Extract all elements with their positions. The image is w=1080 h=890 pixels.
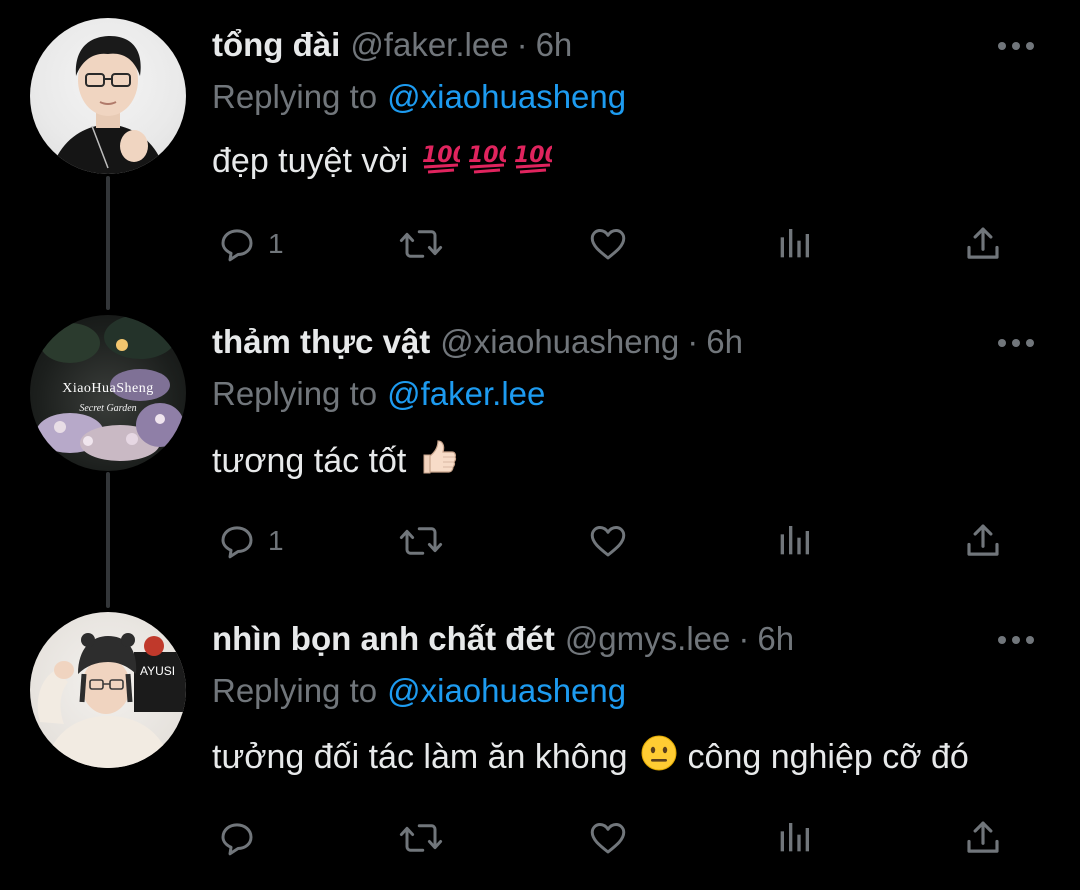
avatar[interactable] bbox=[30, 18, 186, 174]
speech-bubble-icon bbox=[221, 823, 253, 856]
replying-to-label: Replying to bbox=[212, 78, 378, 115]
tweet-header: tổng đài @faker.lee · 6h bbox=[212, 26, 572, 66]
tweet-text-content: tương tác tốt bbox=[212, 442, 407, 480]
more-options-button[interactable] bbox=[996, 36, 1036, 56]
speech-bubble-icon bbox=[221, 229, 253, 262]
user-handle[interactable]: @gmys.lee bbox=[565, 620, 731, 658]
share-button[interactable] bbox=[962, 222, 1004, 266]
avatar-tagline-text: Secret Garden bbox=[79, 403, 137, 414]
retweet-button[interactable] bbox=[398, 222, 444, 266]
hundred-points-emoji: 100 bbox=[420, 140, 468, 183]
neutral-face-emoji bbox=[640, 734, 678, 781]
bar-chart-icon bbox=[780, 526, 809, 555]
timestamp[interactable]: 6h bbox=[706, 323, 743, 361]
tweet-text: tương tác tốt bbox=[212, 437, 458, 486]
reply-count: 1 bbox=[268, 525, 284, 556]
tweet[interactable]: tổng đài @faker.lee · 6h Replying to @xia… bbox=[0, 0, 1080, 296]
replying-to-label: Replying to bbox=[212, 672, 378, 709]
replying-to-line: Replying to @xiaohuasheng bbox=[212, 78, 626, 116]
avatar-shirt-text: AYUSI bbox=[140, 664, 176, 678]
share-button[interactable] bbox=[962, 519, 1004, 563]
more-options-button[interactable] bbox=[996, 333, 1036, 353]
reply-button[interactable]: 1 bbox=[216, 222, 284, 266]
thumbs-up-emoji bbox=[418, 437, 458, 486]
display-name[interactable]: nhìn bọn anh chất đét bbox=[212, 620, 555, 658]
share-upload-icon bbox=[967, 524, 999, 556]
tweet-text-content-before: tưởng đối tác làm ăn không bbox=[212, 738, 628, 776]
replying-to-label: Replying to bbox=[212, 375, 378, 412]
more-dots-icon bbox=[998, 42, 1034, 50]
reply-mention-link[interactable]: @faker.lee bbox=[387, 375, 545, 412]
separator-dot: · bbox=[738, 620, 750, 657]
replying-to-line: Replying to @xiaohuasheng bbox=[212, 672, 626, 710]
avatar-photo-person-glasses bbox=[50, 36, 166, 174]
separator-dot: · bbox=[516, 26, 528, 63]
views-button[interactable] bbox=[774, 222, 814, 266]
retweet-button[interactable] bbox=[398, 816, 444, 860]
views-button[interactable] bbox=[774, 816, 814, 860]
reply-mention-link[interactable]: @xiaohuasheng bbox=[387, 78, 626, 115]
reply-button[interactable]: 1 bbox=[216, 519, 284, 563]
display-name[interactable]: thảm thực vật bbox=[212, 323, 430, 361]
bar-chart-icon bbox=[780, 229, 809, 258]
tweet-text-content: đẹp tuyệt vời bbox=[212, 142, 409, 180]
like-button[interactable] bbox=[586, 816, 630, 860]
reply-button[interactable] bbox=[216, 816, 268, 860]
timestamp[interactable]: 6h bbox=[757, 620, 794, 658]
retweet-button[interactable] bbox=[398, 519, 444, 563]
avatar[interactable]: AYUSI bbox=[30, 612, 186, 768]
display-name[interactable]: tổng đài bbox=[212, 26, 340, 64]
tweet-text-content-after: công nghiệp cỡ đó bbox=[687, 738, 969, 776]
like-button[interactable] bbox=[586, 222, 630, 266]
tweet-actions: 1 bbox=[212, 222, 1012, 266]
hundred-points-emoji: 100 bbox=[512, 140, 560, 183]
timestamp[interactable]: 6h bbox=[536, 26, 573, 64]
tweet-actions: 1 bbox=[212, 519, 1012, 563]
hundred-points-emoji: 100 bbox=[466, 140, 514, 183]
reply-mention-link[interactable]: @xiaohuasheng bbox=[387, 672, 626, 709]
retweet-icon bbox=[399, 230, 443, 258]
more-dots-icon bbox=[998, 339, 1034, 347]
replying-to-line: Replying to @faker.lee bbox=[212, 375, 545, 413]
more-options-button[interactable] bbox=[996, 630, 1036, 650]
tweet[interactable]: AYUSI nhìn bọn anh chất đét @gmys.lee · … bbox=[0, 594, 1080, 890]
speech-bubble-icon bbox=[221, 526, 253, 559]
tweet-header: thảm thực vật @xiaohuasheng · 6h bbox=[212, 323, 743, 363]
avatar[interactable]: XiaoHuaSheng Secret Garden bbox=[30, 315, 186, 471]
views-button[interactable] bbox=[774, 519, 814, 563]
heart-icon bbox=[590, 229, 626, 260]
reply-count: 1 bbox=[268, 228, 284, 259]
more-dots-icon bbox=[998, 636, 1034, 644]
heart-icon bbox=[590, 823, 626, 854]
bar-chart-icon bbox=[780, 823, 809, 852]
tweet-text: đẹp tuyệt vời 100 100 bbox=[212, 140, 560, 183]
like-button[interactable] bbox=[586, 519, 630, 563]
avatar-photo-person-beanie bbox=[37, 633, 186, 768]
tweet-header: nhìn bọn anh chất đét @gmys.lee · 6h bbox=[212, 620, 794, 660]
share-upload-icon bbox=[967, 227, 999, 259]
heart-icon bbox=[590, 526, 626, 557]
share-button[interactable] bbox=[962, 816, 1004, 860]
retweet-icon bbox=[399, 527, 443, 555]
user-handle[interactable]: @xiaohuasheng bbox=[440, 323, 679, 361]
conversation-thread: tổng đài @faker.lee · 6h Replying to @xia… bbox=[0, 0, 1080, 872]
tweet-text: tưởng đối tác làm ăn không công nghiệp c… bbox=[212, 734, 969, 781]
tweet[interactable]: XiaoHuaSheng Secret Garden thảm thực vật… bbox=[0, 297, 1080, 593]
separator-dot: · bbox=[687, 323, 699, 360]
tweet-actions bbox=[212, 816, 1012, 860]
avatar-brand-text: XiaoHuaSheng bbox=[62, 381, 154, 396]
retweet-icon bbox=[399, 824, 443, 852]
share-upload-icon bbox=[967, 821, 999, 853]
user-handle[interactable]: @faker.lee bbox=[350, 26, 508, 64]
